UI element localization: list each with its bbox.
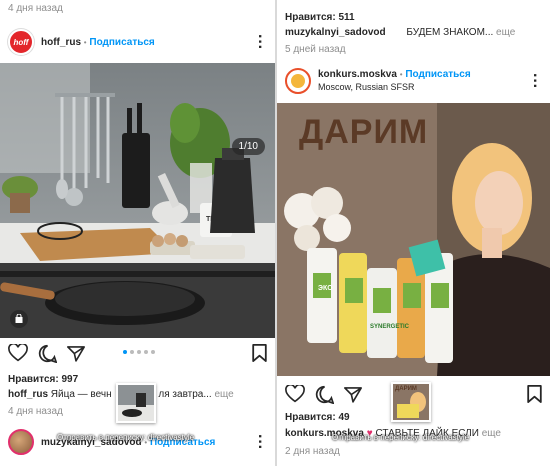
- caption-username[interactable]: hoff_rus: [8, 389, 48, 400]
- post-photo[interactable]: ЭКО SYNERGETIC ДАРИМ: [277, 103, 550, 376]
- comment-icon[interactable]: [38, 344, 57, 363]
- post-username[interactable]: hoff_rus: [41, 37, 81, 48]
- post-location[interactable]: Moscow, Russian SFSR: [318, 81, 471, 94]
- thumbnail-banner: ДАРИМ: [395, 386, 417, 392]
- more-options-icon[interactable]: ···: [525, 73, 543, 89]
- caption-text: Яйца — вечн: [50, 389, 112, 400]
- share-send-icon[interactable]: [344, 386, 362, 403]
- hoff-logo-text: hoff: [13, 37, 29, 47]
- separator: •: [83, 37, 87, 47]
- post-time: 4 дня назад: [8, 406, 63, 417]
- caption-more[interactable]: еще: [214, 389, 233, 400]
- like-heart-icon[interactable]: [8, 344, 28, 362]
- product-label: ЭКО: [318, 285, 333, 292]
- post-header: konkurs.moskva • Подписаться Moscow, Rus…: [277, 60, 550, 102]
- post-photo[interactable]: TEA 1/10: [0, 63, 275, 338]
- send-to-dm-toast: Отправить в переписку: directivastyle: [57, 433, 195, 442]
- caption-more[interactable]: еще: [482, 428, 501, 439]
- muzykalnyi-avatar[interactable]: [8, 429, 34, 455]
- right-feed-panel: Нравится: 511 muzykalnyi_sadovod БУДЕМ З…: [277, 0, 550, 466]
- follow-button[interactable]: Подписаться: [405, 69, 470, 80]
- post-header: hoff hoff_rus • Подписаться ···: [0, 22, 275, 62]
- caption-text-tail: ля завтра...: [158, 389, 212, 400]
- prev-post-time: 5 дней назад: [285, 44, 346, 55]
- bookmark-save-icon[interactable]: [527, 385, 542, 403]
- kitchen-photo: TEA: [0, 63, 275, 338]
- suggested-post-header: muzykalnyi_sadovod • Подписаться ···: [0, 422, 275, 462]
- konkurs-avatar[interactable]: [285, 68, 311, 94]
- post-username[interactable]: konkurs.moskva: [318, 69, 397, 80]
- post-actions: [8, 342, 267, 364]
- prev-caption-username[interactable]: muzykalnyi_sadovod: [285, 27, 386, 38]
- likes-count[interactable]: Нравится: 49: [285, 412, 350, 423]
- follow-button[interactable]: Подписаться: [89, 37, 154, 48]
- share-drag-thumbnail[interactable]: [116, 383, 156, 423]
- prev-caption: muzykalnyi_sadovod БУДЕМ ЗНАКОМ... еще: [285, 27, 542, 38]
- hoff-avatar[interactable]: hoff: [8, 29, 34, 55]
- left-feed-panel: 4 дня назад hoff hoff_rus • Подписаться …: [0, 0, 275, 466]
- more-options-icon[interactable]: ···: [250, 34, 268, 50]
- comment-icon[interactable]: [315, 385, 334, 404]
- shopping-bag-icon[interactable]: [10, 310, 28, 328]
- product-brand: SYNERGETIC: [370, 324, 410, 330]
- prev-post-time: 4 дня назад: [8, 3, 63, 14]
- more-options-icon[interactable]: ···: [250, 434, 268, 450]
- carousel-counter: 1/10: [231, 138, 265, 155]
- prev-caption-text: БУДЕМ ЗНАКОМ...: [406, 27, 494, 38]
- separator: •: [399, 70, 403, 79]
- bookmark-save-icon[interactable]: [252, 344, 267, 362]
- post-time: 2 дня назад: [285, 446, 340, 457]
- carousel-dots: [123, 350, 155, 354]
- giveaway-banner: ДАРИМ: [299, 113, 429, 151]
- like-heart-icon[interactable]: [285, 385, 305, 403]
- send-to-dm-toast: Отправить в переписку: directivastyle: [332, 433, 470, 442]
- likes-count[interactable]: Нравится: 997: [8, 374, 78, 385]
- prev-caption-more[interactable]: еще: [496, 27, 515, 38]
- prev-likes-count[interactable]: Нравится: 511: [285, 12, 355, 23]
- share-drag-thumbnail[interactable]: ДАРИМ: [391, 382, 431, 422]
- share-send-icon[interactable]: [67, 345, 85, 362]
